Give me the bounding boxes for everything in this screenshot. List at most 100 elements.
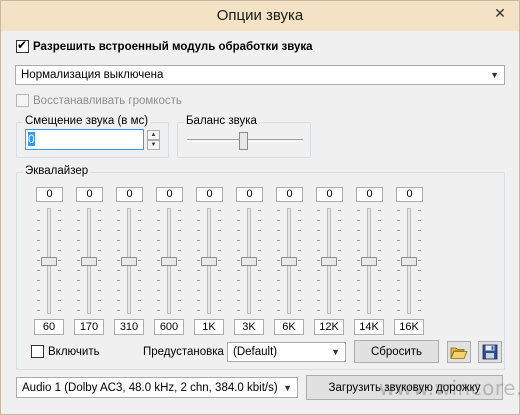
eq-tick-mark: [77, 270, 80, 271]
eq-band-value[interactable]: 0: [276, 187, 303, 202]
eq-slider-thumb[interactable]: [401, 257, 417, 266]
eq-tick-mark: [37, 290, 40, 291]
reset-button[interactable]: Сбросить: [354, 340, 439, 363]
normalization-select[interactable]: Нормализация выключена ▼: [15, 65, 505, 85]
eq-band-value[interactable]: 0: [316, 187, 343, 202]
restore-volume-checkbox[interactable]: [16, 94, 29, 107]
eq-tick-mark: [258, 280, 261, 281]
eq-tick-mark: [418, 290, 421, 291]
eq-band-value[interactable]: 0: [36, 187, 63, 202]
eq-tick-mark: [397, 290, 400, 291]
eq-band-slider[interactable]: [157, 208, 181, 314]
eq-enable-row[interactable]: Включить: [31, 345, 100, 358]
eq-slider-thumb[interactable]: [161, 257, 177, 266]
eq-tick-mark: [397, 260, 400, 261]
eq-tick-mark: [357, 270, 360, 271]
eq-tick-mark: [298, 230, 301, 231]
eq-tick-mark: [418, 230, 421, 231]
eq-band-value[interactable]: 0: [356, 187, 383, 202]
eq-tick-mark: [77, 280, 80, 281]
eq-band-value[interactable]: 0: [236, 187, 263, 202]
eq-tick-mark: [378, 290, 381, 291]
eq-tick-mark: [197, 220, 200, 221]
audio-track-select[interactable]: Audio 1 (Dolby AC3, 48.0 kHz, 2 chn, 384…: [16, 377, 298, 398]
eq-tick-mark: [138, 260, 141, 261]
eq-tick-mark: [178, 250, 181, 251]
folder-open-icon: [450, 347, 468, 359]
eq-tick-mark: [98, 310, 101, 311]
eq-tick-mark: [37, 230, 40, 231]
eq-tick-mark: [378, 220, 381, 221]
enable-processing-checkbox[interactable]: [16, 38, 29, 53]
audio-track-value: Audio 1 (Dolby AC3, 48.0 kHz, 2 chn, 384…: [22, 381, 278, 394]
eq-band-label: 12K: [314, 319, 344, 335]
eq-slider-thumb[interactable]: [201, 257, 217, 266]
eq-slider-thumb[interactable]: [241, 257, 257, 266]
eq-slider-thumb[interactable]: [321, 257, 337, 266]
eq-band-value[interactable]: 0: [76, 187, 103, 202]
eq-tick-mark: [157, 300, 160, 301]
watermark-text: www.wincore.ru: [379, 376, 520, 400]
save-preset-button[interactable]: [478, 341, 502, 363]
eq-band-slider[interactable]: [357, 208, 381, 314]
eq-band-slider[interactable]: [317, 208, 341, 314]
eq-slider-thumb[interactable]: [41, 257, 57, 266]
sound-shift-input[interactable]: 0: [25, 129, 144, 150]
eq-slider-thumb[interactable]: [81, 257, 97, 266]
eq-tick-mark: [357, 210, 360, 211]
equalizer-title: Эквалайзер: [23, 165, 91, 177]
eq-band-slider[interactable]: [237, 208, 261, 314]
eq-tick-mark: [338, 280, 341, 281]
open-preset-button[interactable]: [447, 341, 471, 363]
eq-tick-mark: [98, 230, 101, 231]
eq-tick-mark: [258, 230, 261, 231]
eq-band-slider[interactable]: [197, 208, 221, 314]
eq-band-slider[interactable]: [277, 208, 301, 314]
eq-band-value[interactable]: 0: [116, 187, 143, 202]
eq-slider-thumb[interactable]: [281, 257, 297, 266]
eq-band-slider[interactable]: [117, 208, 141, 314]
preset-select[interactable]: (Default) ▼: [227, 342, 346, 362]
eq-band-value[interactable]: 0: [396, 187, 423, 202]
eq-tick-mark: [98, 270, 101, 271]
eq-tick-mark: [178, 280, 181, 281]
eq-tick-mark: [338, 270, 341, 271]
eq-tick-mark: [58, 260, 61, 261]
eq-band-value[interactable]: 0: [156, 187, 183, 202]
eq-enable-checkbox[interactable]: [31, 345, 44, 358]
eq-tick-mark: [298, 270, 301, 271]
eq-slider-thumb[interactable]: [121, 257, 137, 266]
eq-tick-mark: [378, 240, 381, 241]
eq-tick-mark: [77, 220, 80, 221]
eq-tick-mark: [58, 280, 61, 281]
spin-up-button[interactable]: ▲: [147, 130, 160, 140]
eq-tick-mark: [317, 300, 320, 301]
chevron-down-icon: ▼: [283, 382, 292, 393]
eq-band-slider[interactable]: [397, 208, 421, 314]
eq-band-value[interactable]: 0: [196, 187, 223, 202]
eq-tick-mark: [298, 300, 301, 301]
enable-processing-row[interactable]: Разрешить встроенный модуль обработки зв…: [16, 38, 313, 53]
eq-tick-mark: [58, 290, 61, 291]
eq-tick-mark: [338, 260, 341, 261]
balance-slider-thumb[interactable]: [239, 132, 248, 150]
eq-tick-mark: [258, 240, 261, 241]
spin-down-button[interactable]: ▼: [147, 140, 160, 150]
eq-tick-mark: [258, 250, 261, 251]
eq-tick-mark: [37, 210, 40, 211]
eq-band-slider[interactable]: [77, 208, 101, 314]
restore-volume-row[interactable]: Восстанавливать громкость: [16, 94, 182, 107]
eq-tick-mark: [197, 300, 200, 301]
eq-band-slider[interactable]: [37, 208, 61, 314]
eq-tick-mark: [357, 220, 360, 221]
eq-tick-mark: [178, 230, 181, 231]
eq-tick-mark: [138, 230, 141, 231]
eq-tick-mark: [237, 260, 240, 261]
eq-tick-mark: [298, 250, 301, 251]
eq-slider-thumb[interactable]: [361, 257, 377, 266]
close-button[interactable]: ✕: [487, 3, 513, 23]
eq-tick-mark: [117, 250, 120, 251]
eq-tick-mark: [77, 230, 80, 231]
eq-tick-mark: [77, 260, 80, 261]
eq-tick-mark: [37, 270, 40, 271]
